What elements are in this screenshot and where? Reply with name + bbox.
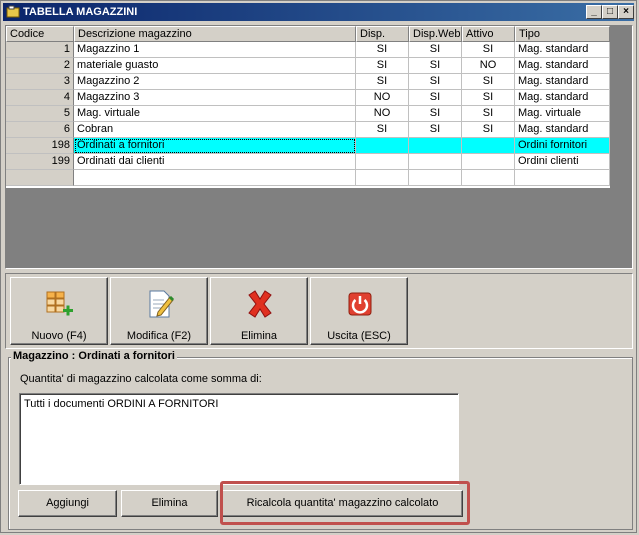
cell-descrizione[interactable]: Magazzino 3 — [74, 90, 356, 106]
header-attivo[interactable]: Attivo — [462, 26, 515, 42]
grid-container: Codice Descrizione magazzino Disp. Disp.… — [5, 25, 633, 269]
cell-attivo[interactable]: SI — [462, 106, 515, 122]
cell-tipo[interactable]: Mag. virtuale — [515, 106, 610, 122]
cell-descrizione[interactable]: Mag. virtuale — [74, 106, 356, 122]
cell-codice[interactable]: 3 — [6, 74, 74, 90]
new-button-label: Nuovo (F4) — [31, 330, 87, 342]
cell-disp[interactable]: SI — [356, 122, 409, 138]
cell-attivo[interactable]: NO — [462, 58, 515, 74]
cell-codice[interactable]: 199 — [6, 154, 74, 170]
main-window: TABELLA MAGAZZINI _ □ × Codice Descrizio… — [0, 0, 637, 533]
cell-attivo[interactable]: SI — [462, 90, 515, 106]
cell-descrizione[interactable]: Ordinati a fornitori — [74, 138, 356, 154]
cell-disp[interactable]: NO — [356, 90, 409, 106]
exit-button[interactable]: Uscita (ESC) — [310, 277, 408, 345]
cell-codice[interactable]: 6 — [6, 122, 74, 138]
cell-disp-web[interactable] — [409, 170, 462, 186]
cell-disp-web[interactable]: SI — [409, 58, 462, 74]
warehouse-table[interactable]: Codice Descrizione magazzino Disp. Disp.… — [6, 26, 610, 188]
cell-disp-web[interactable] — [409, 138, 462, 154]
cell-descrizione[interactable] — [74, 170, 356, 186]
cell-descrizione[interactable]: Ordinati dai clienti — [74, 154, 356, 170]
action-toolbar: Nuovo (F4) Modifica (F2) Elimina Uscita … — [5, 273, 633, 349]
cell-descrizione[interactable]: materiale guasto — [74, 58, 356, 74]
cell-disp-web[interactable]: SI — [409, 74, 462, 90]
header-disp-web[interactable]: Disp.Web — [409, 26, 462, 42]
delete-button[interactable]: Elimina — [210, 277, 308, 345]
table-row[interactable]: 5 Mag. virtuale NO SI SI Mag. virtuale — [6, 106, 610, 122]
cell-attivo[interactable]: SI — [462, 122, 515, 138]
table-row[interactable]: 6 Cobran SI SI SI Mag. standard — [6, 122, 610, 138]
cell-disp[interactable]: SI — [356, 74, 409, 90]
cell-disp[interactable]: SI — [356, 42, 409, 58]
cell-tipo[interactable]: Mag. standard — [515, 74, 610, 90]
cell-tipo[interactable]: Mag. standard — [515, 58, 610, 74]
table-row[interactable]: 199 Ordinati dai clienti Ordini clienti — [6, 154, 610, 170]
edit-button-label: Modifica (F2) — [126, 330, 192, 342]
edit-button[interactable]: Modifica (F2) — [110, 277, 208, 345]
add-grid-icon — [46, 291, 73, 316]
list-item[interactable]: Tutti i documenti ORDINI A FORNITORI — [24, 398, 218, 410]
cell-disp-web[interactable] — [409, 154, 462, 170]
cell-disp[interactable]: NO — [356, 106, 409, 122]
cell-tipo[interactable]: Ordini fornitori — [515, 138, 610, 154]
header-tipo[interactable]: Tipo — [515, 26, 610, 42]
cell-codice[interactable]: 198 — [6, 138, 74, 154]
header-disp[interactable]: Disp. — [356, 26, 409, 42]
cell-codice[interactable]: 1 — [6, 42, 74, 58]
cell-descrizione[interactable]: Magazzino 2 — [74, 74, 356, 90]
cell-tipo[interactable]: Ordini clienti — [515, 154, 610, 170]
table-row[interactable]: 198 Ordinati a fornitori Ordini fornitori — [6, 138, 610, 154]
table-row[interactable]: 3 Magazzino 2 SI SI SI Mag. standard — [6, 74, 610, 90]
add-button[interactable]: Aggiungi — [18, 490, 117, 517]
cell-codice[interactable]: 4 — [6, 90, 74, 106]
cell-disp-web[interactable]: SI — [409, 122, 462, 138]
detail-group-title: Magazzino : Ordinati a fornitori — [11, 350, 177, 362]
maximize-button[interactable]: □ — [602, 5, 618, 19]
cell-attivo[interactable] — [462, 138, 515, 154]
cell-attivo[interactable]: SI — [462, 74, 515, 90]
new-button[interactable]: Nuovo (F4) — [10, 277, 108, 345]
cell-disp-web[interactable]: SI — [409, 42, 462, 58]
cell-attivo[interactable] — [462, 154, 515, 170]
header-descrizione[interactable]: Descrizione magazzino — [74, 26, 356, 42]
table-row[interactable]: 1 Magazzino 1 SI SI SI Mag. standard — [6, 42, 610, 58]
app-icon — [6, 5, 20, 18]
cell-codice[interactable] — [6, 170, 74, 186]
edit-document-icon — [149, 290, 175, 318]
table-header: Codice Descrizione magazzino Disp. Disp.… — [6, 26, 610, 42]
cell-tipo[interactable]: Mag. standard — [515, 42, 610, 58]
cell-disp[interactable] — [356, 138, 409, 154]
cell-disp[interactable]: SI — [356, 58, 409, 74]
document-listbox[interactable]: Tutti i documenti ORDINI A FORNITORI — [19, 393, 459, 485]
cell-tipo[interactable]: Mag. standard — [515, 122, 610, 138]
cell-descrizione[interactable]: Magazzino 1 — [74, 42, 356, 58]
cell-disp[interactable] — [356, 154, 409, 170]
delete-button-label: Elimina — [240, 330, 278, 342]
minimize-button[interactable]: _ — [586, 5, 602, 19]
cell-disp[interactable] — [356, 170, 409, 186]
cell-codice[interactable]: 5 — [6, 106, 74, 122]
cell-descrizione[interactable]: Cobran — [74, 122, 356, 138]
cell-tipo[interactable] — [515, 170, 610, 186]
cell-codice[interactable]: 2 — [6, 58, 74, 74]
header-codice[interactable]: Codice — [6, 26, 74, 42]
cell-tipo[interactable]: Mag. standard — [515, 90, 610, 106]
remove-button[interactable]: Elimina — [121, 490, 218, 517]
title-bar[interactable]: TABELLA MAGAZZINI _ □ × — [3, 3, 634, 21]
cell-disp-web[interactable]: SI — [409, 106, 462, 122]
cell-attivo[interactable] — [462, 170, 515, 186]
table-row[interactable]: 4 Magazzino 3 NO SI SI Mag. standard — [6, 90, 610, 106]
table-row[interactable]: 2 materiale guasto SI SI NO Mag. standard — [6, 58, 610, 74]
delete-x-icon — [248, 290, 272, 318]
highlight-box — [220, 481, 470, 525]
cell-disp-web[interactable]: SI — [409, 90, 462, 106]
window-title: TABELLA MAGAZZINI — [23, 6, 138, 18]
close-button[interactable]: × — [618, 5, 634, 19]
power-icon — [348, 292, 372, 316]
cell-attivo[interactable]: SI — [462, 42, 515, 58]
detail-subtitle: Quantita' di magazzino calcolata come so… — [20, 373, 262, 385]
table-row[interactable] — [6, 170, 610, 186]
exit-button-label: Uscita (ESC) — [327, 330, 391, 342]
